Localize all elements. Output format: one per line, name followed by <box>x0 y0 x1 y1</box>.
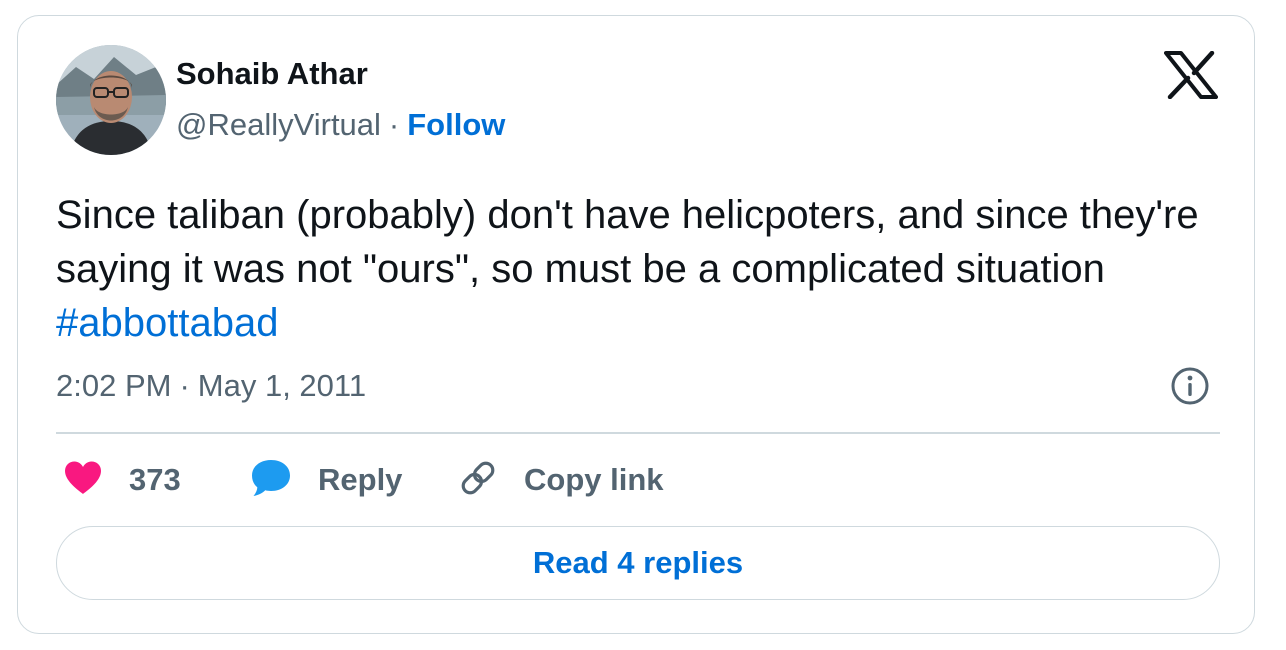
follow-button[interactable]: Follow <box>407 107 505 142</box>
reply-button[interactable]: Reply <box>250 458 402 502</box>
like-button[interactable]: 373 <box>63 458 181 502</box>
tweet-text: Since taliban (probably) don't have heli… <box>56 188 1226 350</box>
separator-dot: · <box>388 107 400 142</box>
x-logo-icon[interactable] <box>1164 50 1218 100</box>
info-icon[interactable] <box>1170 366 1210 406</box>
tweet-date: May 1, 2011 <box>197 368 367 403</box>
timestamp-separator: · <box>179 368 190 403</box>
author-handle-row: @ReallyVirtual · Follow <box>176 107 505 143</box>
hashtag-link[interactable]: #abbottabad <box>56 301 278 345</box>
copy-link-button[interactable]: Copy link <box>458 458 664 502</box>
tweet-card: Sohaib Athar @ReallyVirtual · Follow Since… <box>17 15 1255 634</box>
avatar-image <box>56 45 166 155</box>
speech-bubble-icon <box>250 458 292 503</box>
author-handle[interactable]: @ReallyVirtual <box>176 107 381 142</box>
reply-label: Reply <box>318 462 403 497</box>
heart-icon <box>63 460 103 501</box>
tweet-body: Since taliban (probably) don't have heli… <box>56 193 1199 291</box>
read-replies-button[interactable]: Read 4 replies <box>56 526 1220 600</box>
tweet-timestamp[interactable]: 2:02 PM · May 1, 2011 <box>56 368 366 404</box>
tweet-time: 2:02 PM <box>56 368 172 403</box>
like-count: 373 <box>129 462 181 497</box>
link-icon <box>458 458 498 503</box>
divider <box>56 432 1220 434</box>
avatar[interactable] <box>56 45 166 155</box>
copy-link-label: Copy link <box>524 462 664 497</box>
author-name[interactable]: Sohaib Athar <box>176 56 368 92</box>
